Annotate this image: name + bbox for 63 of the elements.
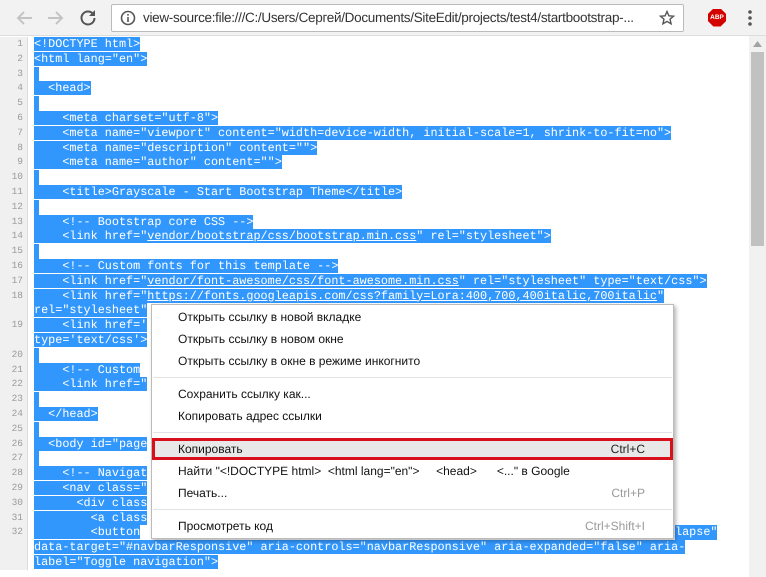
menu-item[interactable]: Найти "<!DOCTYPE html> <html lang="en"> <head> <..." в Google bbox=[152, 460, 673, 482]
shortcut-label: Ctrl+Shift+I bbox=[584, 519, 645, 533]
line-number: 18 bbox=[0, 288, 28, 318]
line-number: 28 bbox=[0, 466, 28, 481]
line-number: 10 bbox=[0, 170, 28, 185]
line-number: 23 bbox=[0, 392, 28, 407]
scroll-up-icon[interactable] bbox=[753, 41, 762, 47]
line-number: 13 bbox=[0, 214, 28, 230]
menu-item[interactable]: Просмотреть код Ctrl+Shift+I bbox=[152, 515, 673, 537]
line-number: 32 bbox=[0, 525, 28, 570]
menu-item-label: Копировать bbox=[178, 442, 244, 456]
line-number: 21 bbox=[0, 362, 28, 378]
scrollbar-thumb[interactable] bbox=[751, 52, 764, 246]
menu-item[interactable]: Копировать Ctrl+C bbox=[152, 438, 673, 460]
line-number: 30 bbox=[0, 496, 28, 510]
scrollbar[interactable] bbox=[749, 36, 766, 577]
line-number: 25 bbox=[0, 422, 28, 437]
line-number: 12 bbox=[0, 200, 28, 215]
line-number: 14 bbox=[0, 229, 28, 244]
line-number: 11 bbox=[0, 184, 28, 200]
menu-item-label: Открыть ссылку в новой вкладке bbox=[178, 310, 362, 324]
star-icon[interactable] bbox=[659, 10, 675, 26]
menu-item[interactable]: Открыть ссылку в новой вкладке bbox=[152, 306, 673, 328]
line-number: 15 bbox=[0, 244, 28, 259]
line-number: 2 bbox=[0, 52, 28, 67]
line-number: 4 bbox=[0, 81, 28, 96]
address-bar[interactable]: view-source:file:///C:/Users/Сергей/Documents/SiteEdit/projects/test4/startbootstrap-... bbox=[111, 4, 684, 32]
line-number: 9 bbox=[0, 155, 28, 170]
menu-item-label: Сохранить ссылку как... bbox=[178, 387, 312, 401]
shortcut-label: Ctrl+P bbox=[611, 486, 645, 500]
line-number: 16 bbox=[0, 258, 28, 274]
menu-item-label: Просмотреть код bbox=[178, 519, 274, 533]
line-number: 3 bbox=[0, 66, 28, 82]
menu-item-label: Открыть ссылку в новом окне bbox=[178, 332, 345, 346]
menu-item-label: Копировать адрес ссылки bbox=[178, 409, 323, 423]
line-number: 17 bbox=[0, 274, 28, 289]
menu-item-label: Печать... bbox=[178, 486, 228, 500]
line-number: 31 bbox=[0, 510, 28, 526]
info-icon[interactable] bbox=[120, 10, 136, 26]
menu-icon[interactable] bbox=[748, 10, 752, 26]
line-number: 20 bbox=[0, 348, 28, 363]
url-text: view-source:file:///C:/Users/Сергей/Documents/SiteEdit/projects/test4/startbootstrap-... bbox=[143, 10, 635, 25]
line-number: 22 bbox=[0, 377, 28, 392]
menu-item-label: Открыть ссылку в окне в режиме инкогнито bbox=[178, 354, 422, 368]
line-number: 7 bbox=[0, 126, 28, 141]
menu-item[interactable]: Копировать адрес ссылки bbox=[152, 405, 673, 427]
reload-icon[interactable] bbox=[79, 8, 97, 26]
line-number: 8 bbox=[0, 140, 28, 156]
menu-item-label: Найти "<!DOCTYPE html> <html lang="en"> <head> <..." в Google bbox=[178, 464, 571, 478]
menu-item[interactable]: Печать... Ctrl+P bbox=[152, 482, 673, 504]
source-code-fragment: lapse" bbox=[675, 525, 718, 540]
line-number: 26 bbox=[0, 436, 28, 452]
menu-item[interactable]: Сохранить ссылку как... bbox=[152, 383, 673, 405]
line-number: 24 bbox=[0, 406, 28, 422]
line-number: 1 bbox=[0, 37, 28, 52]
menu-item[interactable]: Открыть ссылку в окне в режиме инкогнито bbox=[152, 350, 673, 372]
line-number: 27 bbox=[0, 451, 28, 466]
shortcut-label: Ctrl+C bbox=[610, 442, 645, 456]
line-number: 5 bbox=[0, 96, 28, 111]
line-number: 19 bbox=[0, 318, 28, 348]
menu-item[interactable]: Открыть ссылку в новом окне bbox=[152, 328, 673, 350]
line-number: 29 bbox=[0, 480, 28, 496]
line-number: 6 bbox=[0, 110, 28, 126]
